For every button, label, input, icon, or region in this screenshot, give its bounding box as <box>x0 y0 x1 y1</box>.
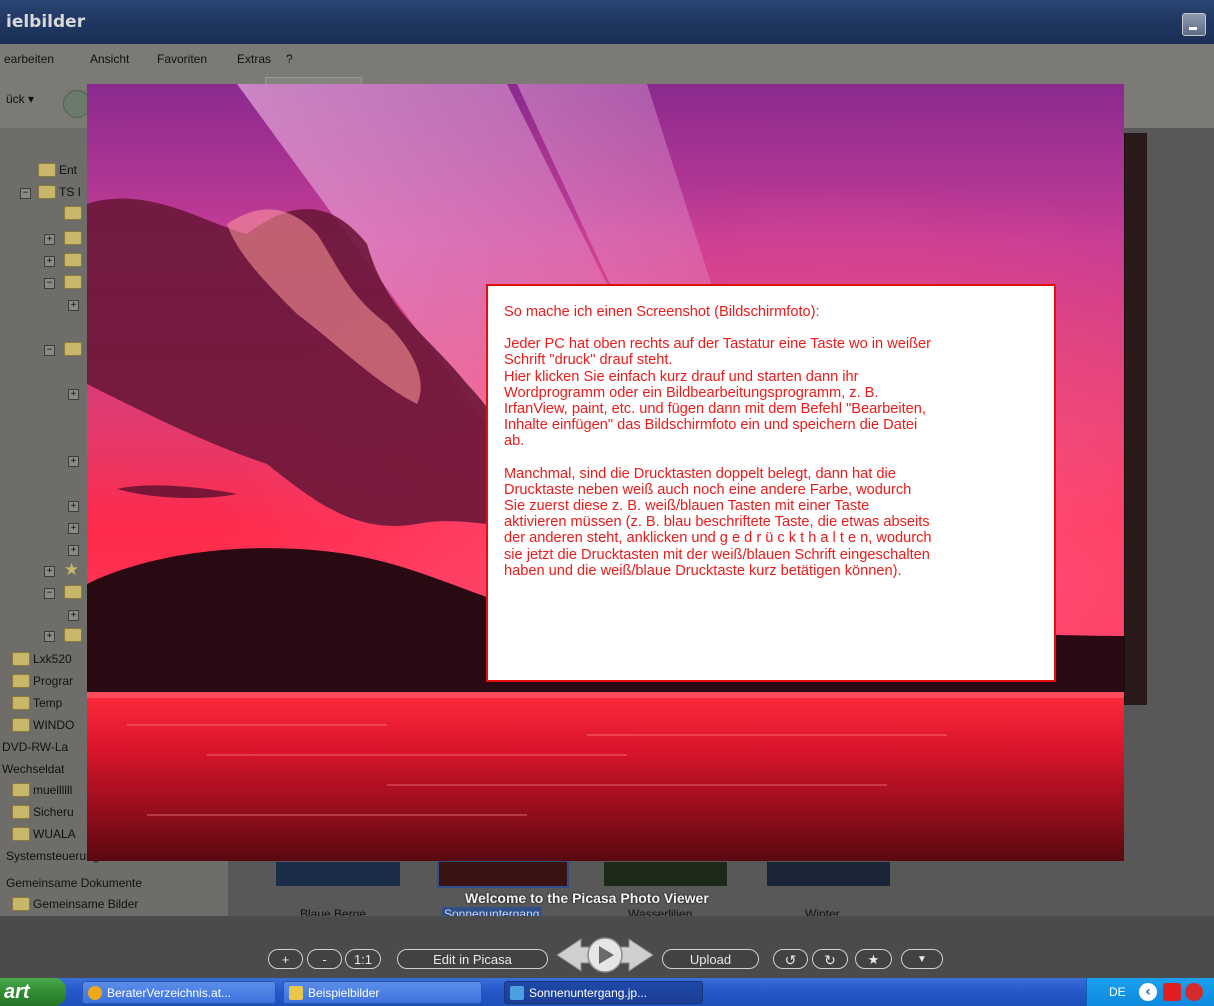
thumbnail-image[interactable] <box>604 862 727 886</box>
tree-item[interactable] <box>64 341 85 357</box>
thumbnail-image[interactable] <box>767 862 890 886</box>
collapse-icon[interactable]: − <box>20 188 31 199</box>
browser-icon <box>88 986 102 1000</box>
expand-icon[interactable]: + <box>68 389 79 400</box>
tree-item[interactable]: WINDO <box>12 717 74 733</box>
folder-icon <box>289 986 303 1000</box>
tree-item[interactable]: Lxk520 <box>12 651 72 667</box>
menu-favorites[interactable]: Favoriten <box>157 52 207 66</box>
folder-icon <box>64 274 82 289</box>
folder-icon <box>64 252 82 267</box>
expand-icon[interactable]: + <box>68 501 79 512</box>
folder-icon <box>64 627 82 642</box>
tree-item[interactable] <box>64 274 85 290</box>
folder-icon <box>64 230 82 245</box>
edit-in-picasa-button[interactable]: Edit in Picasa <box>397 949 548 969</box>
play-icon[interactable] <box>587 937 623 973</box>
menu-view[interactable]: Ansicht <box>90 52 129 66</box>
tree-item[interactable]: Ent <box>38 162 77 178</box>
folder-icon <box>64 584 82 599</box>
menu-edit[interactable]: earbeiten <box>4 52 54 66</box>
expand-icon[interactable]: + <box>68 545 79 556</box>
preview-edge <box>1124 133 1147 705</box>
tree-item[interactable]: Gemeinsame Dokumente <box>6 876 142 890</box>
expand-icon[interactable]: + <box>44 256 55 267</box>
zoom-in-button[interactable]: + <box>268 949 303 969</box>
folder-icon <box>12 826 30 841</box>
tree-item[interactable]: muellllll <box>12 782 72 798</box>
folder-icon <box>64 205 82 220</box>
folder-icon <box>12 673 30 688</box>
menu-extras[interactable]: Extras <box>237 52 271 66</box>
tree-item[interactable]: Temp <box>12 695 62 711</box>
thumbnail-image[interactable] <box>276 862 400 886</box>
expand-icon[interactable]: + <box>44 631 55 642</box>
zoom-out-button[interactable]: - <box>307 949 342 969</box>
note-heading: So mache ich einen Screenshot (Bildschir… <box>504 304 820 320</box>
tree-item[interactable]: Gemeinsame Bilder <box>12 896 138 912</box>
tree-item[interactable]: Sicheru <box>12 804 74 820</box>
folder-icon <box>38 184 56 199</box>
tree-item[interactable] <box>64 205 85 221</box>
folder-icon <box>64 341 82 356</box>
folder-icon <box>12 896 30 911</box>
collapse-icon[interactable]: − <box>44 278 55 289</box>
start-label: art <box>4 981 30 1003</box>
tree-item[interactable]: DVD-RW-La <box>2 740 68 754</box>
welcome-text: Welcome to the Picasa Photo Viewer <box>465 890 709 906</box>
folder-icon <box>38 162 56 177</box>
folder-icon <box>12 782 30 797</box>
window-title: ielbilder <box>6 12 86 32</box>
tree-item[interactable]: TS I <box>38 184 81 200</box>
window-titlebar: ielbilder <box>0 0 1214 44</box>
expand-icon[interactable]: + <box>44 566 55 577</box>
expand-icon[interactable]: + <box>68 610 79 621</box>
minimize-button[interactable] <box>1182 13 1206 36</box>
folder-icon <box>12 695 30 710</box>
slideshow-nav <box>555 935 655 975</box>
antivirus-icon[interactable] <box>1185 983 1203 1001</box>
image-icon <box>510 986 524 1000</box>
rotate-left-button[interactable]: ↺ <box>773 949 808 969</box>
back-button[interactable]: ück ▾ <box>6 92 34 106</box>
taskbar-item[interactable]: Sonnenuntergang.jp... <box>504 981 703 1004</box>
start-button[interactable]: art <box>0 978 66 1006</box>
tree-item[interactable] <box>64 584 85 600</box>
system-tray: DE ‹ <box>1086 978 1214 1006</box>
tree-item[interactable]: WUALA <box>12 826 76 842</box>
folder-icon <box>12 717 30 732</box>
star-icon[interactable]: ★ <box>64 560 79 580</box>
tree-item[interactable] <box>64 230 85 246</box>
note-paragraph: Jeder PC hat oben rechts auf der Tastatu… <box>504 336 931 450</box>
language-indicator[interactable]: DE <box>1109 985 1126 999</box>
expand-icon[interactable]: + <box>68 523 79 534</box>
menu-bar: earbeiten Ansicht Favoriten Extras ? <box>0 44 1214 74</box>
upload-button[interactable]: Upload <box>662 949 759 969</box>
tree-item[interactable]: Systemsteuerung <box>6 849 99 863</box>
menu-help[interactable]: ? <box>286 52 293 66</box>
note-paragraph: Manchmal, sind die Drucktasten doppelt b… <box>504 465 932 579</box>
tree-item[interactable]: Wechseldat <box>2 762 64 776</box>
folder-icon <box>12 651 30 666</box>
taskbar-item[interactable]: Beispielbilder <box>283 981 482 1004</box>
back-label: ück <box>6 92 25 106</box>
more-button[interactable]: ▼ <box>901 949 943 969</box>
tree-item[interactable] <box>64 252 85 268</box>
taskbar-item[interactable]: BeraterVerzeichnis.at... <box>82 981 276 1004</box>
chevron-left-icon[interactable]: ‹ <box>1139 983 1157 1001</box>
star-button[interactable]: ★ <box>855 949 892 969</box>
collapse-icon[interactable]: − <box>44 588 55 599</box>
expand-icon[interactable]: + <box>44 234 55 245</box>
instruction-note: So mache ich einen Screenshot (Bildschir… <box>486 284 1056 682</box>
folder-icon <box>12 804 30 819</box>
tree-item[interactable] <box>64 627 85 643</box>
expand-icon[interactable]: + <box>68 456 79 467</box>
thumbnail-image[interactable] <box>437 860 569 888</box>
rotate-right-button[interactable]: ↻ <box>812 949 848 969</box>
security-icon[interactable] <box>1163 983 1181 1001</box>
tree-item[interactable]: Prograr <box>12 673 73 689</box>
expand-icon[interactable]: + <box>68 300 79 311</box>
collapse-icon[interactable]: − <box>44 345 55 356</box>
actual-size-button[interactable]: 1:1 <box>345 949 381 969</box>
